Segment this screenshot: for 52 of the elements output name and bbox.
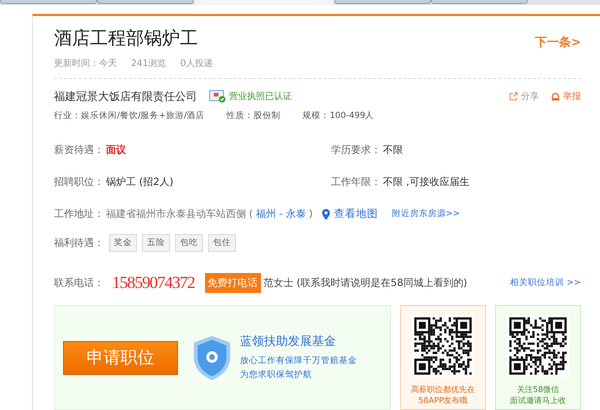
qr-code (507, 315, 569, 377)
company-fact: 性质：股份制 (226, 110, 281, 122)
field-label: 薪资待遇： (54, 144, 104, 157)
address-text: 福建省福州市永泰县动车站西侧 (106, 208, 246, 221)
share-icon (509, 92, 518, 101)
qr-caption: 58APP发布哦 (418, 395, 468, 406)
alert-icon (551, 92, 560, 101)
company-fact: 规模：100-499人 (302, 110, 374, 122)
welfare-tag: 奖金 (109, 234, 137, 252)
company-name[interactable]: 福建冠景大饭店有限责任公司 (54, 89, 197, 104)
contact-person: 范女士 (联系我时请说明是在58同城上看到的) (264, 276, 468, 290)
welfare-tag: 五险 (142, 234, 170, 252)
share-link[interactable]: 分享 (521, 90, 539, 103)
field-value: 不限 (383, 144, 403, 157)
qr-code (412, 315, 474, 377)
phone-number: 15859074372 (112, 273, 194, 293)
meta-text: 0人投递 (180, 58, 213, 70)
meta-text: 更新时间：今天 (54, 58, 117, 70)
report-link[interactable]: 举报 (563, 90, 581, 103)
apply-button[interactable]: 申请职位 (63, 340, 178, 374)
field-label: 工作地址： (54, 208, 104, 221)
next-link[interactable]: 下一条> (534, 34, 581, 51)
field-label: 工作年限： (331, 176, 381, 189)
meta-text: 241浏览 (131, 58, 166, 70)
field-label: 招聘职位： (54, 176, 104, 189)
field-value: 面议 (106, 144, 126, 157)
field-value: 不限 ,可接收应届生 (383, 176, 470, 189)
field-label: 联系电话： (54, 276, 104, 290)
training-link[interactable]: 相关职位培训 >> (510, 277, 581, 289)
qr-caption: 面试邀请马上收 (510, 395, 566, 406)
free-call-button[interactable]: 免费打电话 (204, 273, 260, 293)
license-icon (209, 90, 226, 103)
map-pin-icon (322, 208, 330, 220)
fund-title: 蓝领扶助发展基金 (240, 333, 337, 350)
nearby-link[interactable]: 附近房东房源>> (392, 208, 460, 220)
fund-text: 为您求职保驾护航 (240, 368, 313, 382)
job-title: 酒店工程部锅炉工 (54, 26, 199, 50)
field-label: 福利待遇： (54, 236, 104, 250)
welfare-tag: 包住 (208, 234, 236, 252)
welfare-tag: 包吃 (175, 234, 203, 252)
qr-caption: 关注58微信 (516, 384, 560, 395)
qr-caption: 高薪职位都优先在 (411, 384, 475, 395)
region-link[interactable]: 福州 - 永泰 (256, 207, 306, 221)
map-link[interactable]: 查看地图 (334, 207, 378, 221)
field-value: 锅炉工 (招2人) (106, 176, 174, 189)
verified-label: 营业执照已认证 (229, 90, 292, 103)
paren-text: ( (249, 208, 253, 220)
field-label: 学历要求： (331, 144, 381, 157)
paren-text: ) (308, 208, 313, 220)
company-fact: 行业：娱乐休闲/餐饮/服务+旅游/酒店 (54, 110, 205, 122)
shield-icon (192, 334, 232, 380)
fund-text: 放心工作有保障千万管赔基金 (240, 354, 357, 368)
